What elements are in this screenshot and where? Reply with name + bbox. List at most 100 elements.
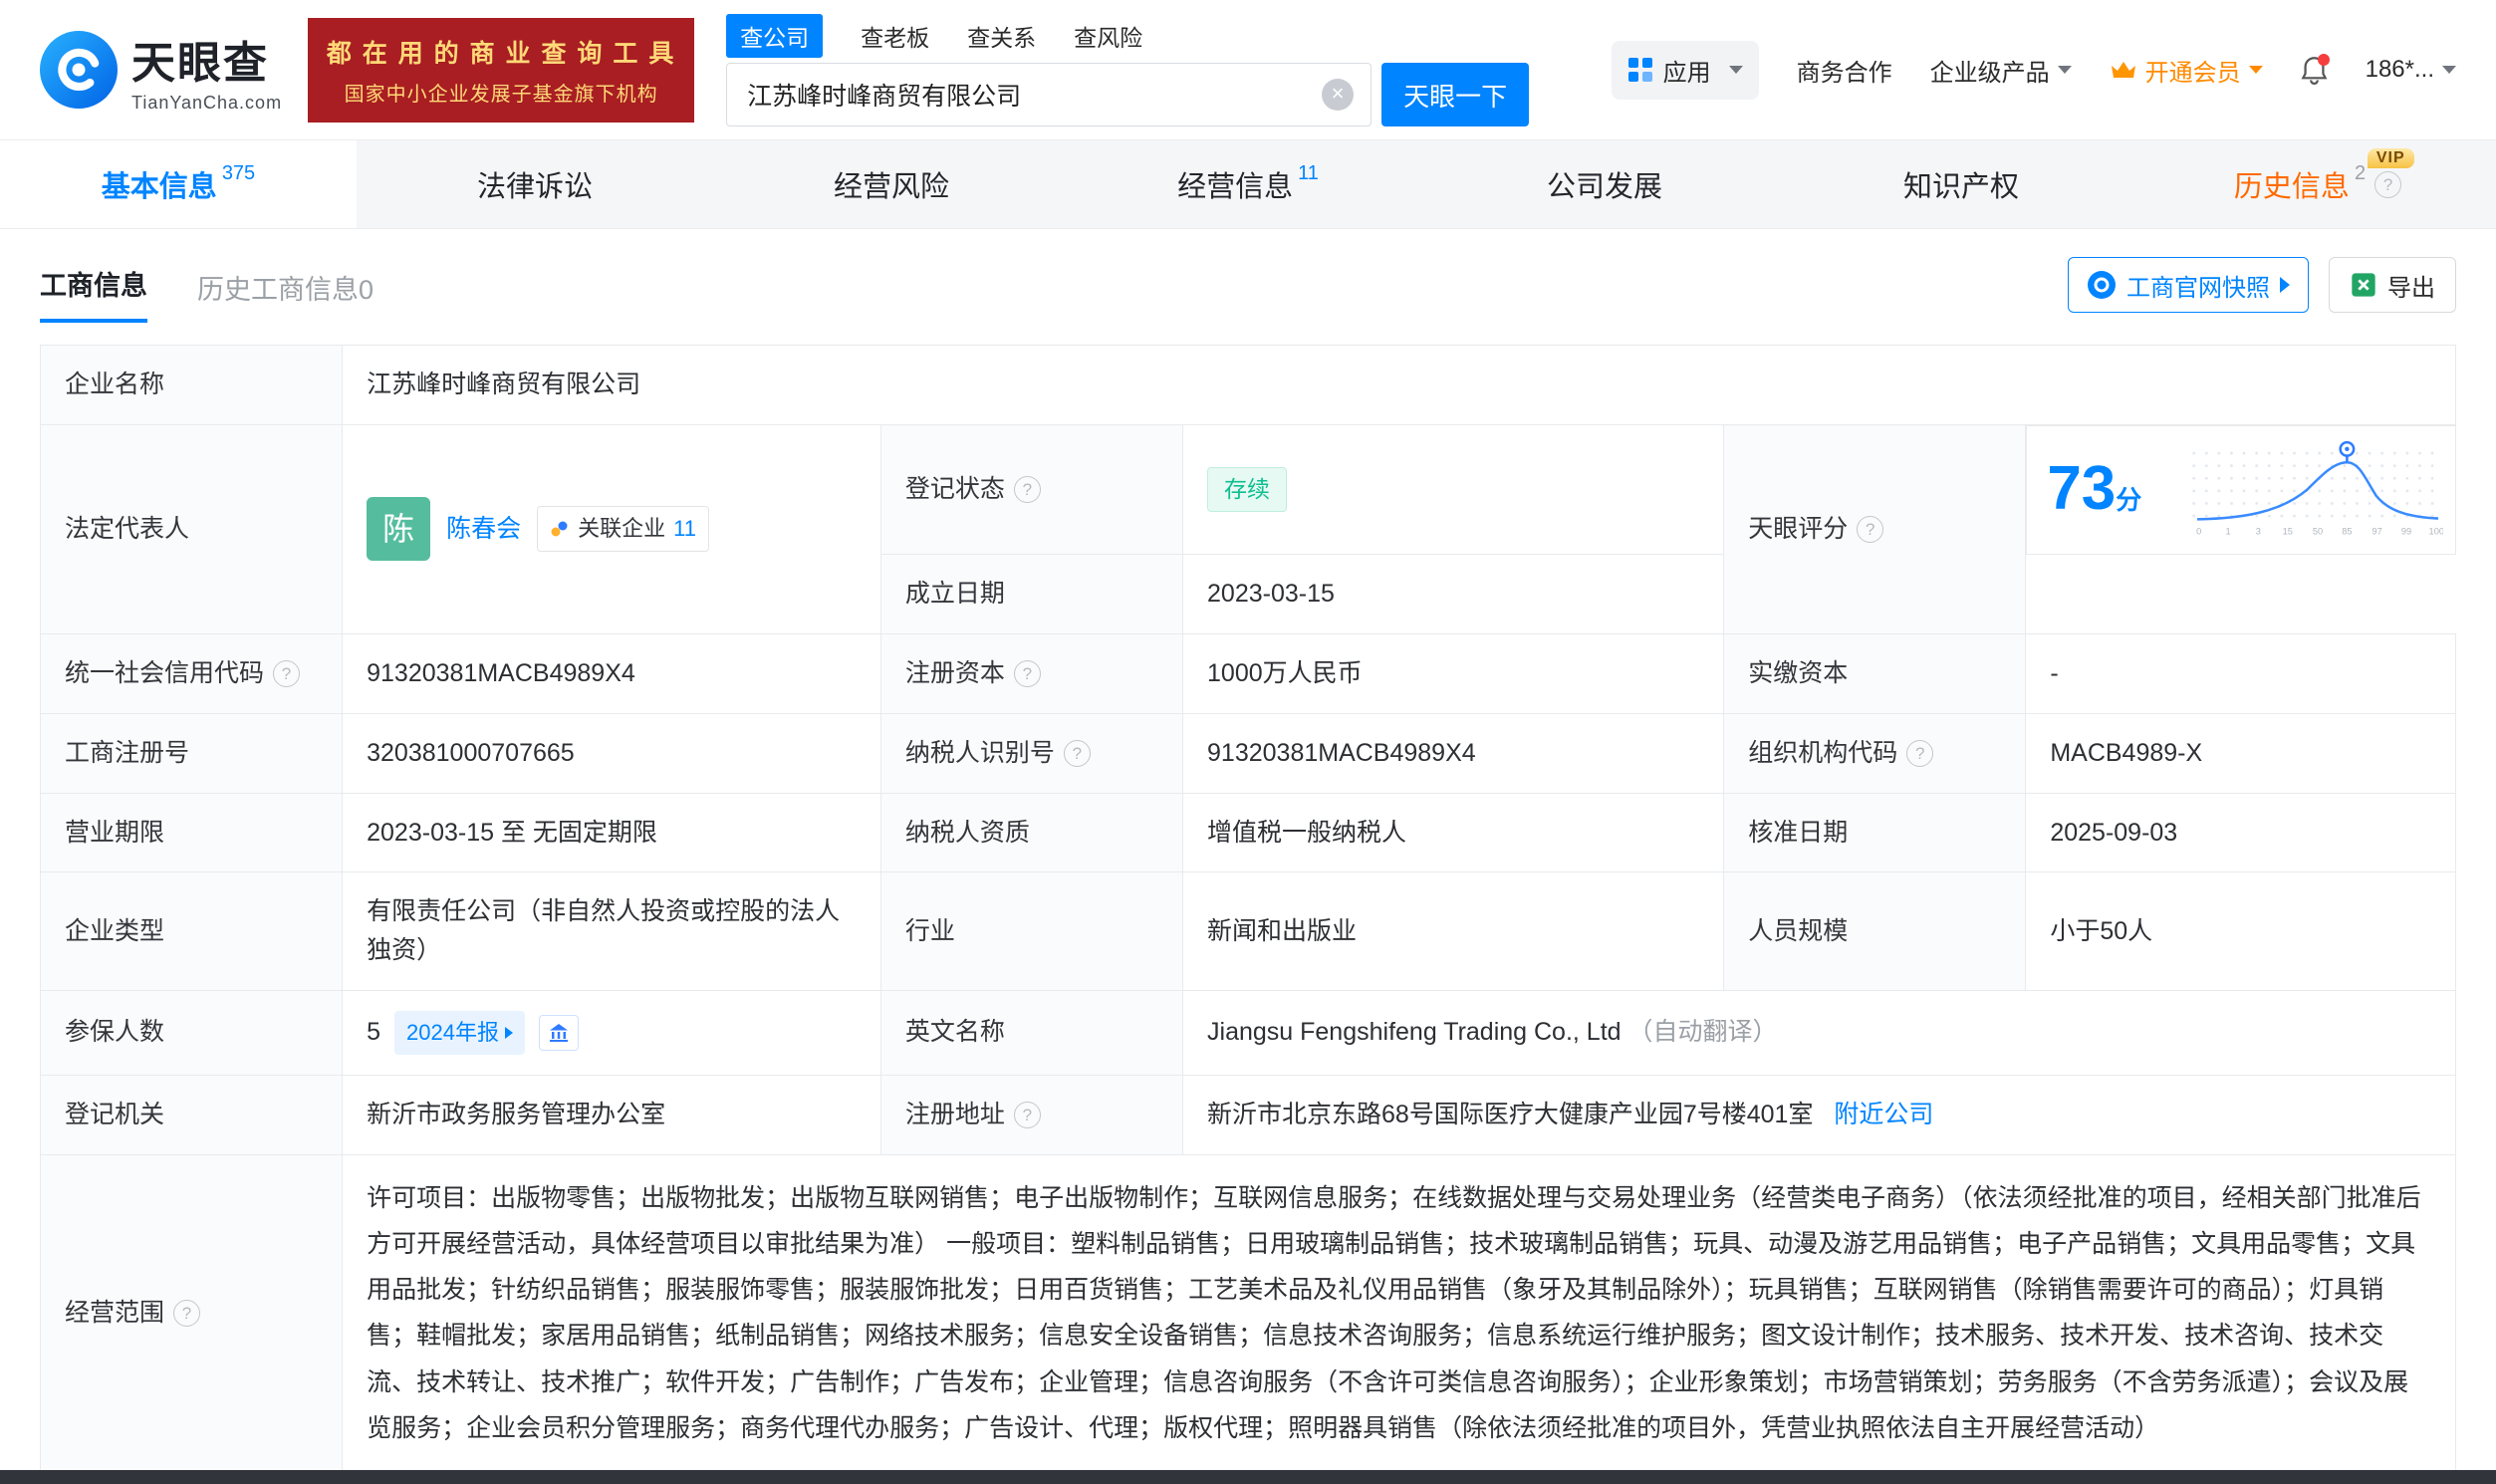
nav-cooperation[interactable]: 商务合作 — [1797, 53, 1892, 88]
tab-count: 2 — [2355, 162, 2366, 185]
notification-bell[interactable] — [2301, 56, 2328, 85]
search-tab-relation[interactable]: 查关系 — [967, 19, 1036, 53]
field-label-business-scope: 经营范围 — [41, 1154, 343, 1472]
help-icon[interactable] — [1014, 1102, 1041, 1128]
help-icon[interactable] — [1906, 740, 1933, 767]
search-input[interactable] — [726, 63, 1372, 126]
search-tab-risk[interactable]: 查风险 — [1074, 19, 1142, 53]
score-number: 73 — [2047, 454, 2116, 523]
tab-count: 11 — [1298, 162, 1319, 185]
status-badge: 存续 — [1207, 467, 1287, 513]
arrow-right-icon — [505, 1027, 513, 1039]
logo-name: 天眼查 — [131, 27, 282, 91]
help-icon[interactable] — [1064, 740, 1091, 767]
tab-intellectual-property[interactable]: 知识产权 — [1783, 140, 2139, 228]
clear-icon[interactable] — [1322, 79, 1354, 111]
bottom-bar — [0, 1470, 2496, 1484]
nearby-companies-link[interactable]: 附近公司 — [1834, 1101, 1933, 1128]
search-tabs: 查公司 查老板 查关系 查风险 — [726, 13, 1529, 59]
avatar[interactable]: 陈 — [367, 497, 430, 561]
subtab-history-business-info[interactable]: 历史工商信息0 — [197, 268, 374, 323]
banner-line1: 都 在 用 的 商 业 查 询 工 具 — [326, 34, 676, 70]
search-tab-boss[interactable]: 查老板 — [861, 19, 929, 53]
tianyancha-logo-icon — [40, 31, 118, 109]
banner-line2: 国家中小企业发展子基金旗下机构 — [326, 78, 676, 107]
field-value-english-name: Jiangsu Fengshifeng Trading Co., Ltd （自动… — [1183, 990, 2456, 1075]
social-insurance-chip[interactable] — [539, 1015, 579, 1051]
field-label-establish-date: 成立日期 — [880, 555, 1182, 634]
field-label-reg-number: 工商注册号 — [41, 713, 343, 793]
tab-basic-info[interactable]: 基本信息 375 — [0, 140, 357, 228]
site-header: 天眼查 TianYanCha.com 都 在 用 的 商 业 查 询 工 具 国… — [0, 0, 2496, 139]
field-label-approval-date: 核准日期 — [1724, 793, 2026, 872]
field-label-legal-rep: 法定代表人 — [41, 424, 343, 633]
field-label-credit-code: 统一社会信用代码 — [41, 634, 343, 714]
tab-legal[interactable]: 法律诉讼 — [357, 140, 713, 228]
field-label-reg-status: 登记状态 — [880, 424, 1182, 555]
help-icon[interactable] — [1014, 476, 1041, 503]
help-icon[interactable] — [2374, 171, 2401, 198]
logo[interactable]: 天眼查 TianYanCha.com — [40, 27, 282, 114]
tab-operating-info[interactable]: 经营信息 11 — [1070, 140, 1426, 228]
field-label-score: 天眼评分 — [1724, 424, 2026, 633]
user-phone: 186*... — [2366, 56, 2434, 84]
help-icon[interactable] — [1014, 660, 1041, 687]
table-row: 经营范围 许可项目：出版物零售；出版物批发；出版物互联网销售；电子出版物制作；互… — [41, 1154, 2456, 1472]
tab-company-development[interactable]: 公司发展 — [1426, 140, 1783, 228]
field-label-business-term: 营业期限 — [41, 793, 343, 872]
apps-menu[interactable]: 应用 — [1612, 41, 1759, 100]
search-button[interactable]: 天眼一下 — [1381, 63, 1529, 126]
field-label-industry: 行业 — [880, 872, 1182, 991]
svg-text:50: 50 — [2312, 526, 2322, 536]
field-value-reg-number: 320381000707665 — [343, 713, 881, 793]
tab-operating-risk[interactable]: 经营风险 — [713, 140, 1070, 228]
bank-icon — [547, 1021, 571, 1045]
table-row: 企业名称 江苏峰时峰商贸有限公司 — [41, 346, 2456, 425]
export-button[interactable]: 导出 — [2329, 257, 2456, 313]
tab-history-info[interactable]: VIP 历史信息 2 — [2139, 140, 2496, 228]
official-snapshot-button[interactable]: 工商官网快照 — [2068, 257, 2309, 313]
field-label-company-name: 企业名称 — [41, 346, 343, 425]
search-tab-company[interactable]: 查公司 — [726, 14, 823, 58]
annual-report-badge[interactable]: 2024年报 — [394, 1011, 525, 1055]
table-row: 参保人数 5 2024年报 — [41, 990, 2456, 1075]
help-icon[interactable] — [1857, 516, 1883, 543]
related-companies-badge[interactable]: 关联企业 11 — [537, 506, 709, 552]
field-label-english-name: 英文名称 — [880, 990, 1182, 1075]
excel-export-icon — [2350, 271, 2377, 299]
field-label-reg-capital: 注册资本 — [880, 634, 1182, 714]
snapshot-icon — [2087, 270, 2117, 300]
notification-dot — [2318, 54, 2330, 66]
field-value-company-type: 有限责任公司（非自然人投资或控股的法人独资） — [343, 872, 881, 991]
field-label-paid-capital: 实缴资本 — [1724, 634, 2026, 714]
score-distribution-chart: 0 1 3 15 50 85 97 99 100 — [2192, 434, 2443, 546]
field-value-establish-date: 2023-03-15 — [1183, 555, 1724, 634]
vip-badge: VIP — [2368, 148, 2414, 168]
subtab-row: 工商信息 历史工商信息0 工商官网快照 导出 — [0, 229, 2496, 323]
table-row: 营业期限 2023-03-15 至 无固定期限 纳税人资质 增值税一般纳税人 核… — [41, 793, 2456, 872]
tianyancha-page: 天眼查 TianYanCha.com 都 在 用 的 商 业 查 询 工 具 国… — [0, 0, 2496, 1484]
field-value-score: 73分 0 1 — [2026, 425, 2455, 555]
field-value-taxpayer-id: 91320381MACB4989X4 — [1183, 713, 1724, 793]
field-value-reg-capital: 1000万人民币 — [1183, 634, 1724, 714]
field-value-paid-capital: - — [2026, 634, 2456, 714]
help-icon[interactable] — [273, 660, 300, 687]
subtab-business-info[interactable]: 工商信息 — [40, 264, 147, 323]
field-value-credit-code: 91320381MACB4989X4 — [343, 634, 881, 714]
user-menu[interactable]: 186*... — [2366, 56, 2456, 84]
field-value-reg-address: 新沂市北京东路68号国际医疗大健康产业园7号楼401室 附近公司 — [1183, 1075, 2456, 1154]
company-tabs: 基本信息 375 法律诉讼 经营风险 经营信息 11 公司发展 知识产权 VIP… — [0, 139, 2496, 229]
svg-text:99: 99 — [2400, 526, 2410, 536]
legal-rep-link[interactable]: 陈春会 — [446, 510, 521, 549]
auto-translate-note: （自动翻译） — [1628, 1018, 1778, 1046]
field-value-reg-authority: 新沂市政务服务管理办公室 — [343, 1075, 881, 1154]
field-value-approval-date: 2025-09-03 — [2026, 793, 2456, 872]
nav-enterprise-products[interactable]: 企业级产品 — [1930, 53, 2072, 88]
table-row: 统一社会信用代码 91320381MACB4989X4 注册资本 1000万人民… — [41, 634, 2456, 714]
nav-vip[interactable]: 开通会员 — [2110, 53, 2263, 88]
field-label-taxpayer-id: 纳税人识别号 — [880, 713, 1182, 793]
help-icon[interactable] — [173, 1300, 200, 1327]
crown-icon — [2110, 59, 2137, 81]
promo-banner: 都 在 用 的 商 业 查 询 工 具 国家中小企业发展子基金旗下机构 — [308, 18, 694, 123]
chevron-down-icon — [2058, 66, 2072, 74]
